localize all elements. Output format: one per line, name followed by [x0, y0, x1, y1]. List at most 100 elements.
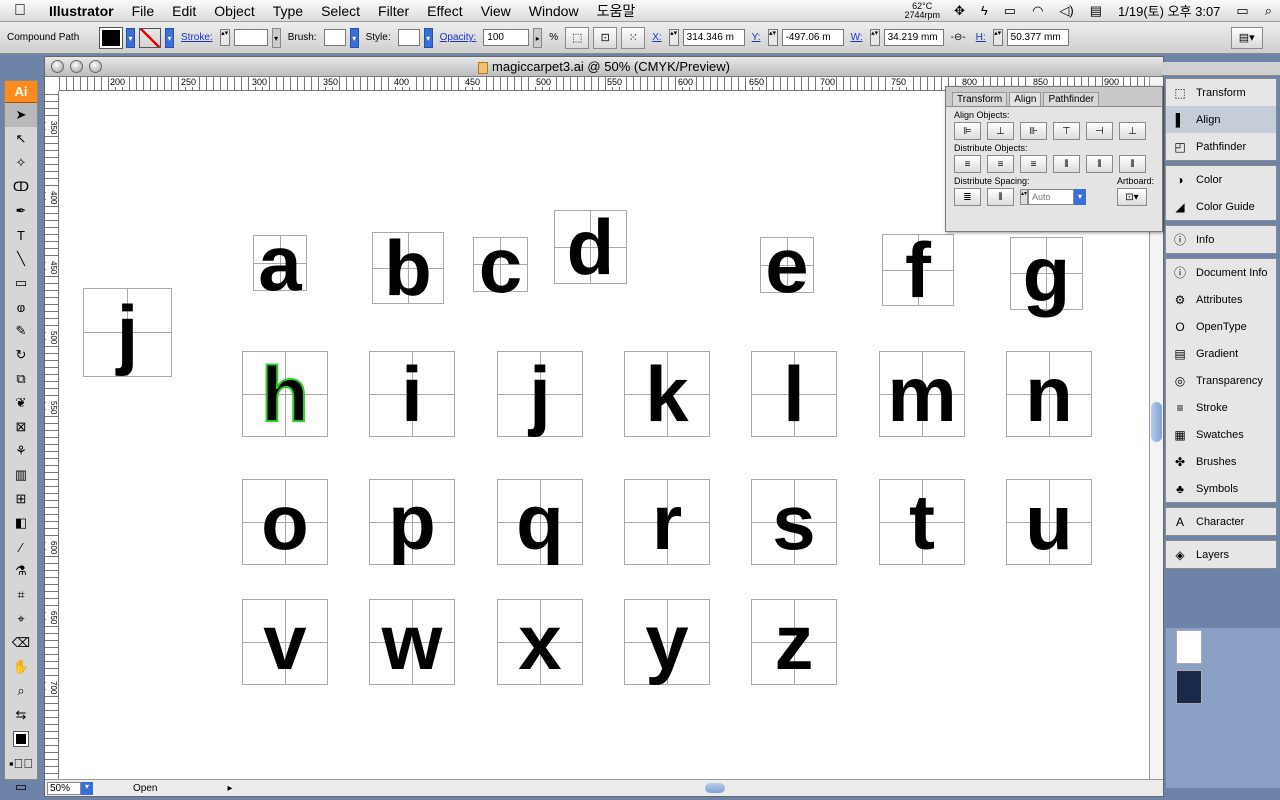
stroke-weight-field[interactable]: [233, 29, 268, 46]
minimize-button[interactable]: [70, 60, 83, 73]
dock-item-transparency[interactable]: ◎ Transparency: [1166, 367, 1276, 394]
letter-object-a[interactable]: a: [253, 224, 307, 302]
letter-object-k[interactable]: k: [624, 351, 710, 437]
live-paint-tool-icon[interactable]: ⚗: [5, 559, 37, 583]
stroke-dropdown[interactable]: ▾: [165, 27, 174, 48]
letter-object-e[interactable]: e: [760, 226, 814, 304]
align-right-button[interactable]: ⊪: [1020, 122, 1047, 140]
selection-mode-button[interactable]: ⬚: [565, 26, 590, 49]
align-hcenter-button[interactable]: ⊥: [987, 122, 1014, 140]
menu-help[interactable]: 도움말: [588, 0, 645, 22]
style-dropdown[interactable]: ▾: [423, 27, 433, 48]
pen-tool-icon[interactable]: ✒: [5, 199, 37, 223]
x-field[interactable]: 314.346 m: [682, 29, 745, 46]
x-stepper[interactable]: ▴▾: [668, 29, 679, 46]
dock-item-attributes[interactable]: ⚙ Attributes: [1166, 286, 1276, 313]
graph-tool-icon[interactable]: ▥: [5, 463, 37, 487]
eraser-tool-icon[interactable]: ⌫: [5, 631, 37, 655]
distribute-top-button[interactable]: ≡: [954, 155, 981, 173]
status-text[interactable]: Open: [133, 783, 157, 794]
brush-dropdown[interactable]: ▾: [349, 27, 359, 48]
dock-item-color[interactable]: ◑ Color: [1166, 166, 1276, 193]
y-stepper[interactable]: ▴▾: [767, 29, 778, 46]
swap-colors-icon[interactable]: ⇆: [5, 703, 37, 727]
apple-icon[interactable]: : [0, 2, 40, 20]
dock-item-document-info[interactable]: ⓘ Document Info: [1166, 259, 1276, 286]
dock-item-align[interactable]: ▌ Align: [1166, 106, 1276, 133]
w-label[interactable]: W:: [848, 32, 866, 43]
constrain-link-icon[interactable]: -⊖-: [948, 32, 969, 43]
tab-transform[interactable]: Transform: [952, 92, 1008, 106]
line-tool-icon[interactable]: ╲: [5, 247, 37, 271]
dock-item-gradient[interactable]: ▤ Gradient: [1166, 340, 1276, 367]
align-vcenter-button[interactable]: ⊣: [1086, 122, 1113, 140]
slice-tool-icon[interactable]: ⌗: [5, 583, 37, 607]
screen-mode-icon[interactable]: ▭: [5, 775, 37, 799]
letter-object-b[interactable]: b: [372, 229, 444, 307]
dock-item-color-guide[interactable]: ◢ Color Guide: [1166, 193, 1276, 220]
align-left-button[interactable]: ⊫: [954, 122, 981, 140]
status-arrow-icon[interactable]: ▸: [227, 783, 232, 794]
letter-object-g[interactable]: g: [1010, 235, 1083, 313]
panel-menu-button[interactable]: ▤▾: [1230, 26, 1263, 49]
stroke-weight-dropdown[interactable]: ▾: [271, 27, 281, 48]
dock-item-brushes[interactable]: ✤ Brushes: [1166, 448, 1276, 475]
volume-icon[interactable]: ◁): [1051, 3, 1081, 19]
align-top-button[interactable]: ⊤: [1053, 122, 1080, 140]
align-to-artboard-button[interactable]: ⊡▾: [1116, 188, 1147, 206]
vertical-scroll-thumb[interactable]: [1151, 402, 1162, 442]
y-field[interactable]: -497.06 m: [781, 29, 844, 46]
eyedropper-tool-icon[interactable]: ⁄: [5, 535, 37, 559]
letter-object-y[interactable]: y: [624, 599, 710, 685]
opacity-dropdown[interactable]: ▸: [533, 27, 543, 48]
stroke-label[interactable]: Stroke:: [178, 32, 216, 43]
h-field[interactable]: 50.377 mm: [1006, 29, 1069, 46]
warp-tool-icon[interactable]: ❦: [5, 391, 37, 415]
spacing-field[interactable]: Auto: [1028, 189, 1074, 205]
menu-file[interactable]: File: [123, 0, 164, 22]
menu-edit[interactable]: Edit: [163, 0, 205, 22]
vertical-ruler[interactable]: 350 400 450 500 550 600 650 700: [45, 91, 59, 781]
dock-header[interactable]: [1162, 62, 1280, 76]
brush-field[interactable]: [323, 29, 346, 46]
rotate-tool-icon[interactable]: ↻: [5, 343, 37, 367]
letter-object-p[interactable]: p: [369, 479, 455, 565]
dock-item-symbols[interactable]: ♣ Symbols: [1166, 475, 1276, 502]
x-label[interactable]: X:: [649, 32, 664, 43]
fill-dropdown[interactable]: ▾: [126, 27, 135, 48]
color-mode-icon[interactable]: ▪◧⃠: [5, 751, 37, 775]
wifi-icon[interactable]: ◠: [1024, 3, 1051, 19]
letter-object-f[interactable]: f: [882, 231, 954, 309]
distribute-right-button[interactable]: ⦀: [1119, 155, 1146, 173]
opacity-label[interactable]: Opacity:: [437, 32, 480, 43]
w-field[interactable]: 34.219 mm: [883, 29, 944, 46]
display-icon[interactable]: ▭: [996, 3, 1024, 19]
letter-object-r[interactable]: r: [624, 479, 710, 565]
dock-item-layers[interactable]: ◈ Layers: [1166, 541, 1276, 568]
close-button[interactable]: [51, 60, 64, 73]
bolt-icon[interactable]: ϟ: [973, 3, 996, 18]
stroke-stepper[interactable]: ▴▾: [219, 29, 230, 46]
magic-wand-tool-icon[interactable]: ✧: [5, 151, 37, 175]
desktop-file-thumbnail[interactable]: [1176, 630, 1202, 664]
letter-object-i[interactable]: i: [369, 351, 455, 437]
crop-area-tool-icon[interactable]: ⌖: [5, 607, 37, 631]
letter-object-h-selected[interactable]: h: [242, 351, 328, 437]
dock-item-info[interactable]: ⓘ Info: [1166, 226, 1276, 253]
distribute-left-button[interactable]: ⦀: [1053, 155, 1080, 173]
menu-object[interactable]: Object: [205, 0, 263, 22]
stroke-swatch[interactable]: [139, 27, 161, 48]
type-tool-icon[interactable]: T: [5, 223, 37, 247]
spotlight-icon[interactable]: ⌕: [1257, 3, 1280, 19]
h-stepper[interactable]: ▴▾: [992, 29, 1003, 46]
letter-object-m[interactable]: m: [879, 351, 965, 437]
letter-object-u[interactable]: u: [1006, 479, 1092, 565]
hand-tool-icon[interactable]: ✋: [5, 655, 37, 679]
tab-pathfinder[interactable]: Pathfinder: [1043, 92, 1100, 106]
y-label[interactable]: Y:: [749, 32, 764, 43]
fill-stroke-icon[interactable]: [5, 727, 37, 751]
dock-item-opentype[interactable]: O OpenType: [1166, 313, 1276, 340]
menu-view[interactable]: View: [472, 0, 520, 22]
zoom-button[interactable]: [89, 60, 102, 73]
opacity-field[interactable]: 100: [483, 29, 530, 46]
